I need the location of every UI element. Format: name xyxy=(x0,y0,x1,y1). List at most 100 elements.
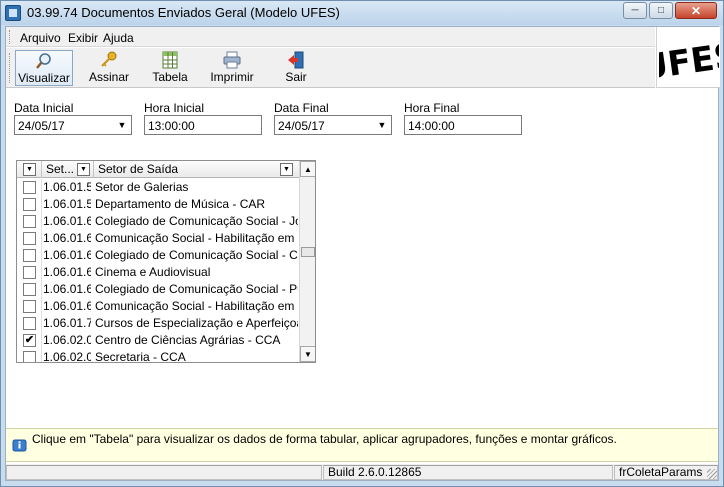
checkbox[interactable] xyxy=(23,266,36,279)
window-controls: ─ □ ✕ xyxy=(623,2,717,19)
visualizar-button[interactable]: Visualizar xyxy=(15,50,73,86)
row-setor: Comunicação Social - Habilitação em Jorn… xyxy=(95,231,298,245)
table-row[interactable]: 1.06.01.59 Departamento de Música - CAR xyxy=(17,196,299,213)
ufes-logo-image: UFES xyxy=(658,29,719,85)
data-inicial-combo[interactable]: 24/05/17 ▼ xyxy=(14,115,132,135)
hint-text: Clique em "Tabela" para visualizar os da… xyxy=(32,432,617,446)
menu-bar: Arquivo Exibir Ajuda xyxy=(6,27,655,47)
checkbox[interactable] xyxy=(23,317,36,330)
app-icon xyxy=(5,5,21,21)
row-setor: Centro de Ciências Agrárias - CCA xyxy=(95,333,281,347)
row-codigo: 1.06.01.64 xyxy=(43,282,91,296)
table-icon xyxy=(162,51,178,69)
exit-door-icon xyxy=(288,51,304,69)
header-codigo-label: Set... xyxy=(46,162,75,176)
status-bar: Build 2.6.0.12865 frColetaParams xyxy=(6,464,718,480)
menu-exibir[interactable]: Exibir xyxy=(68,31,98,45)
table-row[interactable]: 1.06.02.01 Secretaria - CCA xyxy=(17,349,299,363)
status-form-name: frColetaParams xyxy=(614,465,718,480)
ufes-logo: UFES xyxy=(656,27,720,88)
vertical-scrollbar[interactable]: ▲ ▼ xyxy=(299,161,315,362)
table-row[interactable]: 1.06.01.64 Colegiado de Comunicação Socia… xyxy=(17,281,299,298)
row-check-cell xyxy=(17,281,42,298)
checkbox[interactable] xyxy=(23,215,36,228)
row-setor: Setor de Galerias xyxy=(95,180,189,194)
row-codigo: 1.06.02.00 xyxy=(43,333,91,347)
chevron-down-icon[interactable]: ▼ xyxy=(374,117,390,133)
hora-inicial-field[interactable]: 13:00:00 xyxy=(144,115,262,135)
hora-final-field[interactable]: 14:00:00 xyxy=(404,115,522,135)
scroll-thumb[interactable] xyxy=(301,247,315,257)
checkbox[interactable] xyxy=(23,283,36,296)
data-final-label: Data Final xyxy=(274,101,329,115)
sair-button[interactable]: Sair xyxy=(278,50,314,86)
resize-grip-icon[interactable] xyxy=(707,469,717,479)
key-icon xyxy=(101,51,117,67)
menu-arquivo[interactable]: Arquivo xyxy=(20,31,61,45)
row-check-cell xyxy=(17,298,42,315)
header-codigo-column[interactable]: Set... ▼ xyxy=(42,161,94,178)
close-button[interactable]: ✕ xyxy=(675,2,717,19)
data-final-value: 24/05/17 xyxy=(278,119,325,133)
title-bar[interactable]: 03.99.74 Documentos Enviados Geral (Mode… xyxy=(1,1,723,25)
header-setor-column[interactable]: Setor de Saída ▼ xyxy=(94,161,299,178)
row-check-cell xyxy=(17,230,42,247)
row-codigo: 1.06.01.65 xyxy=(43,299,91,313)
data-final-combo[interactable]: 24/05/17 ▼ xyxy=(274,115,392,135)
table-row[interactable]: 1.06.01.65 Comunicação Social - Habilitaç… xyxy=(17,298,299,315)
table-row[interactable]: 1.06.01.62 Colegiado de Comunicação Socia… xyxy=(17,247,299,264)
column-filter-icon[interactable]: ▼ xyxy=(77,163,90,176)
row-codigo: 1.06.01.70 xyxy=(43,316,91,330)
row-setor: Colegiado de Comunicação Social - Jornal… xyxy=(95,214,298,228)
row-check-cell: ✔ xyxy=(17,332,42,349)
table-row[interactable]: 1.06.01.70 Cursos de Especialização e Ape… xyxy=(17,315,299,332)
row-setor: Secretaria - CCA xyxy=(95,350,186,363)
checkbox[interactable] xyxy=(23,249,36,262)
table-row[interactable]: ✔ 1.06.02.00 Centro de Ciências Agrárias -… xyxy=(17,332,299,349)
tabela-label: Tabela xyxy=(152,70,188,84)
checkbox-checked[interactable]: ✔ xyxy=(23,334,36,347)
table-row[interactable]: 1.06.01.58 Setor de Galerias xyxy=(17,179,299,196)
menu-ajuda[interactable]: Ajuda xyxy=(103,31,134,45)
visualizar-label: Visualizar xyxy=(18,71,70,85)
assinar-button[interactable]: Assinar xyxy=(84,50,134,86)
window-title: 03.99.74 Documentos Enviados Geral (Mode… xyxy=(27,5,340,20)
row-setor: Cinema e Audiovisual xyxy=(95,265,211,279)
info-icon xyxy=(12,439,27,452)
checkbox[interactable] xyxy=(23,232,36,245)
toolbar-grip xyxy=(9,53,12,83)
row-check-cell xyxy=(17,196,42,213)
grid-header: ▼ Set... ▼ Setor de Saída ▼ xyxy=(17,161,299,178)
row-check-cell xyxy=(17,213,42,230)
header-check-column[interactable]: ▼ xyxy=(17,161,42,178)
column-filter-icon[interactable]: ▼ xyxy=(280,163,293,176)
imprimir-button[interactable]: Imprimir xyxy=(206,50,258,86)
setor-grid[interactable]: ▼ Set... ▼ Setor de Saída ▼ 1.06.01.58Se… xyxy=(16,160,316,363)
minimize-button[interactable]: ─ xyxy=(623,2,647,19)
table-row[interactable]: 1.06.01.61 Comunicação Social - Habilitaç… xyxy=(17,230,299,247)
row-codigo: 1.06.01.62 xyxy=(43,248,91,262)
maximize-button[interactable]: □ xyxy=(649,2,673,19)
row-setor: Colegiado de Comunicação Social - Public xyxy=(95,282,298,296)
hora-final-value: 14:00:00 xyxy=(408,119,455,133)
scroll-down-icon[interactable]: ▼ xyxy=(300,346,315,362)
scroll-up-icon[interactable]: ▲ xyxy=(300,161,315,177)
maximize-icon: □ xyxy=(657,5,665,16)
row-codigo: 1.06.01.59 xyxy=(43,197,91,211)
checkbox[interactable] xyxy=(23,181,36,194)
row-setor: Departamento de Música - CAR xyxy=(95,197,266,211)
hora-inicial-value: 13:00:00 xyxy=(148,119,195,133)
column-filter-icon[interactable]: ▼ xyxy=(23,163,36,176)
status-build: Build 2.6.0.12865 xyxy=(323,465,613,480)
chevron-down-icon[interactable]: ▼ xyxy=(114,117,130,133)
client-area: Arquivo Exibir Ajuda Visualizar Assinar xyxy=(5,26,720,481)
app-window: 03.99.74 Documentos Enviados Geral (Mode… xyxy=(0,0,724,487)
table-row[interactable]: 1.06.01.60 Colegiado de Comunicação Socia… xyxy=(17,213,299,230)
assinar-label: Assinar xyxy=(88,70,129,84)
tabela-button[interactable]: Tabela xyxy=(146,50,194,86)
checkbox[interactable] xyxy=(23,198,36,211)
hora-inicial-label: Hora Inicial xyxy=(144,101,205,115)
checkbox[interactable] xyxy=(23,300,36,313)
table-row[interactable]: 1.06.01.63 Cinema e Audiovisual xyxy=(17,264,299,281)
checkbox[interactable] xyxy=(23,351,36,362)
